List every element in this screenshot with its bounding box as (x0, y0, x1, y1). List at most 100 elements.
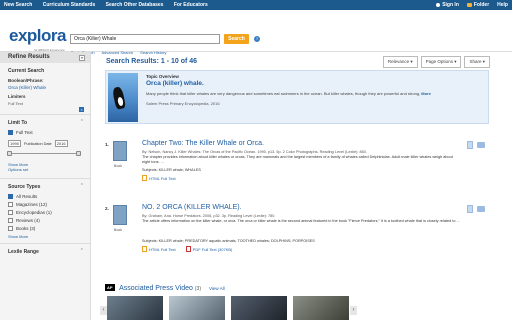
nav-for-educators[interactable]: For Educators (174, 2, 208, 8)
share-dropdown[interactable]: Share ▾ (464, 56, 490, 68)
topic-title[interactable]: Orca (killer) whale. (146, 80, 204, 87)
full-text-checkbox[interactable] (8, 130, 13, 135)
source-option[interactable]: Reviews (4) (8, 218, 82, 223)
add-to-folder-icon[interactable] (477, 206, 485, 212)
result-title[interactable]: Chapter Two: The Killer Whale or Orca. (142, 140, 264, 147)
source-checkbox[interactable] (8, 226, 13, 231)
search-input[interactable]: Orca (Killer) Whale (70, 34, 220, 44)
html-link-label: HTML Full Text (149, 176, 176, 181)
preview-icon[interactable] (467, 141, 473, 149)
chevron-up-icon[interactable]: ⌃ (80, 248, 84, 254)
source-types-section: Source Types ⌃ All Results Magazines (12… (0, 178, 90, 241)
limit-to-title: Limit To (8, 120, 28, 126)
show-more-link-2[interactable]: Show More (8, 234, 82, 239)
topic-desc-text: Many people think that killer whales are… (146, 91, 421, 96)
result-number: 1. (105, 142, 109, 147)
preview-icon[interactable] (467, 205, 473, 213)
search-header: explora for EBSCO Experience Orca (Kille… (0, 10, 512, 55)
page-options-dropdown[interactable]: Page Options ▾ (420, 56, 462, 68)
html-full-text-link[interactable]: HTML Full Text (142, 246, 176, 252)
source-option[interactable]: Magazines (12) (8, 202, 82, 207)
video-thumbnail[interactable] (107, 296, 163, 320)
result-meta: By: Graham, Ana. Horse Predators. 2006, … (142, 214, 276, 218)
folder-icon (466, 2, 472, 7)
slider-handle-right[interactable] (76, 151, 81, 156)
pdf-link-label: PDF Full Text (307KB) (192, 247, 233, 252)
date-slider[interactable] (7, 151, 81, 156)
book-icon[interactable] (113, 141, 127, 161)
carousel-next-icon[interactable]: › (350, 306, 357, 315)
slider-handle-left[interactable] (7, 151, 12, 156)
source-option[interactable]: Books (3) (8, 226, 82, 231)
nav-curriculum-standards[interactable]: Curriculum Standards (43, 2, 96, 8)
topic-more-link[interactable]: More (421, 91, 431, 96)
collapse-arrow-icon[interactable]: « (79, 55, 85, 61)
book-icon[interactable] (113, 205, 127, 225)
year-to-input[interactable]: 2016 (54, 140, 68, 147)
html-full-text-link[interactable]: HTML Full Text (142, 175, 176, 181)
help-link[interactable]: Help (497, 2, 508, 8)
nav-search-other-databases[interactable]: Search Other Databases (106, 2, 164, 8)
current-search-section: Current Search Boolean/Phrase: Orca (Kil… (0, 63, 90, 112)
topic-source: Salem Press Primary Encyclopedia, 2016 (146, 101, 220, 106)
share-label: Share (469, 59, 482, 64)
html-link-label: HTML Full Text (149, 247, 176, 252)
result-abstract: The article offers information on the ki… (142, 219, 460, 223)
nav-new-search[interactable]: New Search (4, 2, 32, 8)
source-option[interactable]: All Results (8, 194, 82, 199)
video-thumbnail[interactable] (293, 296, 349, 320)
year-from-input[interactable]: 1990 (8, 140, 21, 147)
topic-overview: Topic Overview Orca (killer) whale. Many… (105, 70, 489, 124)
relevance-label: Relevance (387, 59, 410, 64)
result-title[interactable]: NO. 2 ORCA (KILLER WHALE). (142, 204, 242, 211)
search-button[interactable]: Search (224, 34, 249, 44)
folder-label: Folder (473, 2, 490, 8)
video-thumbnail[interactable] (231, 296, 287, 320)
full-text-row[interactable]: Full Text (8, 130, 82, 135)
explora-logo[interactable]: explora (9, 27, 66, 44)
source-option[interactable]: Encyclopedias (1) (8, 210, 82, 215)
lexile-title[interactable]: Lexile Range (8, 249, 82, 255)
add-to-folder-icon[interactable] (477, 142, 485, 148)
source-checkbox[interactable] (8, 218, 13, 223)
results-main: Search Results: 1 - 10 of 46 Relevance ▾… (100, 52, 490, 320)
refine-title: Refine Results (8, 54, 50, 60)
source-label: Books (3) (16, 226, 36, 231)
source-checkbox[interactable] (8, 210, 13, 215)
result-item: 1. Book Chapter Two: The Killer Whale or… (105, 140, 485, 200)
help-icon[interactable]: ? (254, 36, 260, 42)
page-options-label: Page Options (425, 59, 453, 64)
pdf-full-text-link[interactable]: PDF Full Text (307KB) (185, 246, 233, 252)
current-search-title: Current Search (8, 68, 45, 74)
top-navbar: New Search Curriculum Standards Search O… (0, 0, 512, 10)
orca-image[interactable] (108, 73, 138, 122)
view-all-link[interactable]: View All (209, 286, 225, 291)
source-label: Reviews (4) (16, 218, 40, 223)
chevron-up-icon[interactable]: ⌃ (80, 119, 84, 125)
ap-video-header: AP Associated Press Video (3) View All (105, 284, 225, 292)
relevance-dropdown[interactable]: Relevance ▾ (382, 56, 418, 68)
result-type: Book (114, 164, 122, 168)
carousel-prev-icon[interactable]: ‹ (100, 306, 107, 315)
result-number: 2. (105, 206, 109, 211)
result-subjects: Subjects: KILLER whale; PREDATORY aquati… (142, 239, 315, 243)
video-thumbnail[interactable] (169, 296, 225, 320)
full-text-cb-label: Full Text (16, 130, 33, 135)
chevron-up-icon[interactable]: ⌃ (80, 183, 84, 189)
refine-sidebar: Refine Results « Current Search Boolean/… (0, 52, 91, 320)
topic-description: Many people think that killer whales are… (146, 91, 486, 96)
result-links: HTML Full Text (142, 175, 176, 181)
remove-limiter-icon[interactable]: × (79, 107, 84, 112)
source-checkbox[interactable] (8, 202, 13, 207)
ap-video-count: (3) (194, 286, 202, 292)
ap-video-title: Associated Press Video (119, 285, 193, 292)
source-checkbox[interactable] (8, 194, 13, 199)
signin-link[interactable]: Sign In (436, 2, 459, 8)
source-label: All Results (16, 194, 38, 199)
limit-to-section: Limit To ⌃ Full Text 1990 Publication Da… (0, 114, 90, 174)
options-set-link[interactable]: Options set (8, 167, 82, 172)
folder-link[interactable]: Folder (466, 2, 490, 8)
topic-label: Topic Overview (146, 74, 179, 79)
boolean-label: Boolean/Phrase: (8, 78, 44, 83)
boolean-value[interactable]: Orca (Killer) Whale (8, 85, 82, 90)
